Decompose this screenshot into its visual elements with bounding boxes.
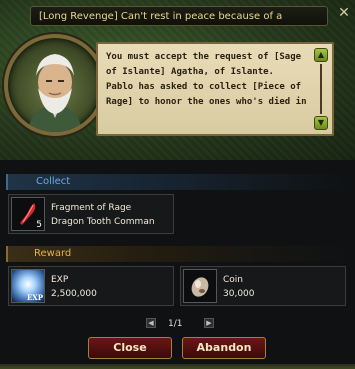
dialog-line: of Islante] Agatha, of Islante. bbox=[106, 67, 274, 77]
coin-pouch-icon bbox=[183, 269, 217, 303]
reward-value: 30,000 bbox=[223, 289, 255, 299]
close-icon[interactable]: ✕ bbox=[336, 4, 352, 22]
abandon-button[interactable]: Abandon bbox=[182, 337, 266, 359]
reward-name: EXP bbox=[51, 275, 69, 285]
reward-value: 2,500,000 bbox=[51, 289, 97, 299]
pager: ◀ 1/1 ▶ bbox=[140, 316, 218, 332]
collect-item[interactable]: 5 Fragment of Rage Dragon Tooth Comman bbox=[8, 194, 174, 234]
quest-detail-panel: Collect 5 Fragment of Rage Dragon Tooth … bbox=[0, 160, 355, 369]
item-source: Dragon Tooth Comman bbox=[51, 217, 155, 227]
quest-title: [Long Revenge] Can't rest in peace becau… bbox=[30, 6, 328, 26]
collect-section-header: Collect bbox=[6, 174, 348, 190]
dialog-scrollbar[interactable]: ▲ ▼ bbox=[314, 48, 328, 130]
quest-dialog: You must accept the request of [Sage of … bbox=[96, 42, 334, 136]
reward-section-header: Reward bbox=[6, 246, 348, 262]
bottom-border bbox=[0, 364, 355, 369]
reward-name: Coin bbox=[223, 275, 243, 285]
scroll-track[interactable] bbox=[320, 64, 322, 114]
close-button[interactable]: Close bbox=[88, 337, 172, 359]
sage-portrait-icon bbox=[28, 54, 82, 132]
item-count: 5 bbox=[36, 220, 42, 230]
prev-page-button[interactable]: ◀ bbox=[146, 318, 156, 328]
scroll-down-button[interactable]: ▼ bbox=[314, 116, 328, 130]
dialog-line: You must accept the request of [Sage bbox=[106, 52, 302, 62]
npc-portrait bbox=[4, 34, 106, 136]
reward-item-exp[interactable]: EXP EXP 2,500,000 bbox=[8, 266, 174, 306]
exp-icon-label: EXP bbox=[26, 293, 43, 302]
dialog-line: Rage] to honor the ones who's died in bbox=[106, 97, 307, 107]
dialog-line: Pablo has asked to collect [Piece of bbox=[106, 82, 302, 92]
item-name: Fragment of Rage bbox=[51, 203, 132, 213]
reward-item-coin[interactable]: Coin 30,000 bbox=[180, 266, 346, 306]
scroll-up-button[interactable]: ▲ bbox=[314, 48, 328, 62]
exp-orb-icon: EXP bbox=[11, 269, 45, 303]
red-feather-icon: 5 bbox=[11, 197, 45, 231]
page-indicator: 1/1 bbox=[168, 319, 183, 329]
next-page-button[interactable]: ▶ bbox=[204, 318, 214, 328]
dialog-text: You must accept the request of [Sage of … bbox=[106, 50, 308, 132]
